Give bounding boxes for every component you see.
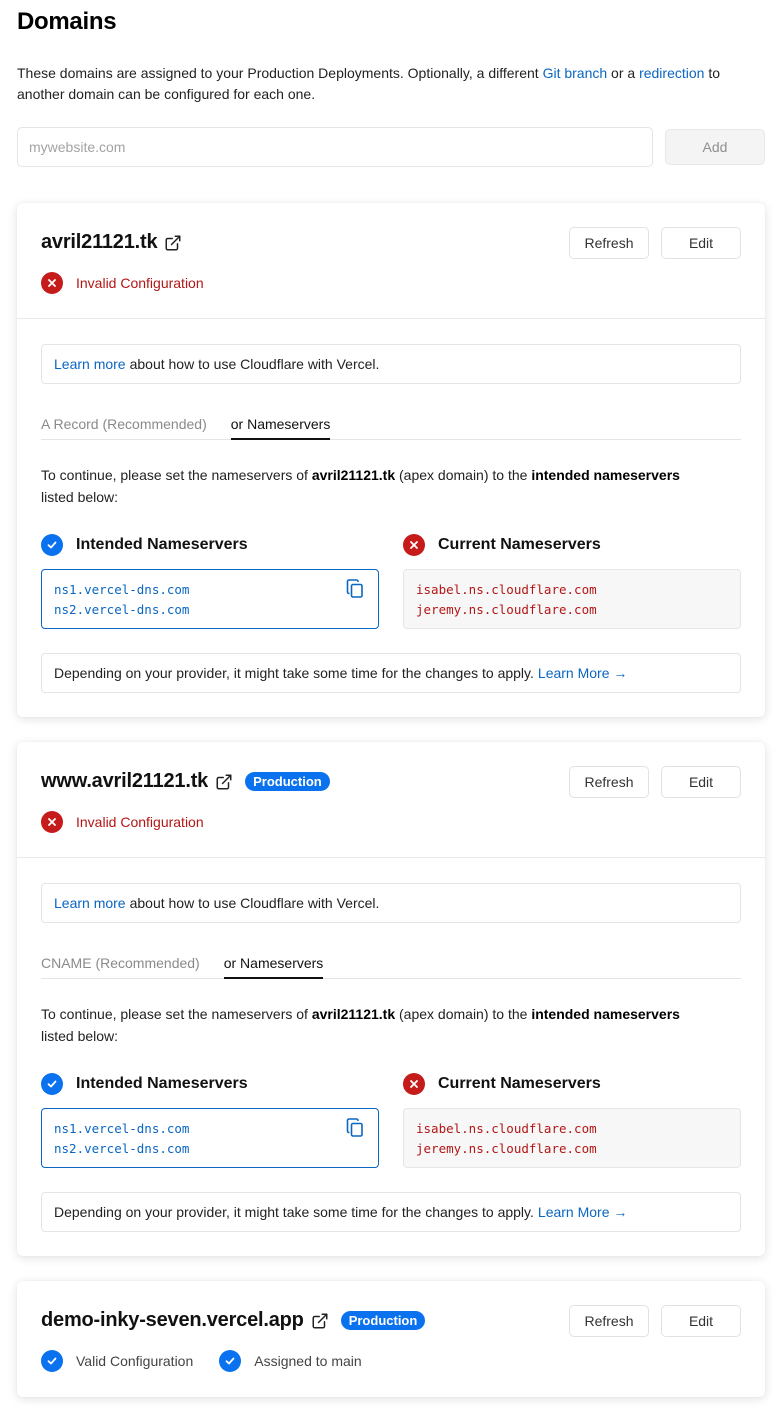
nameserver-entry: ns2.vercel-dns.com: [54, 1141, 190, 1156]
domain-card: avril21121.tk Refresh Edit Invalid Confi…: [17, 203, 765, 717]
page-title: Domains: [17, 8, 117, 35]
learn-more-link[interactable]: Learn More →: [538, 1204, 627, 1220]
domain-name: demo-inky-seven.vercel.app: [41, 1309, 304, 1331]
domain-name: avril21121.tk: [41, 231, 158, 253]
current-nameservers-heading: Current Nameservers: [403, 1073, 601, 1095]
check-circle-icon: [41, 1073, 63, 1095]
record-tabs: A Record (Recommended) or Nameservers: [41, 407, 741, 440]
redirection-link[interactable]: redirection: [639, 65, 704, 81]
domain-card-header: www.avril21121.tk Production Refresh Edi…: [17, 742, 765, 858]
refresh-button[interactable]: Refresh: [569, 1305, 649, 1337]
external-link-icon[interactable]: [164, 234, 182, 252]
domain-card-body: Learn more about how to use Cloudflare w…: [17, 858, 765, 1256]
external-link-icon[interactable]: [311, 1312, 329, 1330]
check-circle-icon: [41, 1350, 63, 1372]
propagation-note: Depending on your provider, it might tak…: [41, 653, 741, 693]
production-badge: Production: [340, 1311, 426, 1330]
status-text: Valid Configuration: [76, 1353, 194, 1369]
learn-more-link[interactable]: Learn more: [54, 356, 126, 372]
tab-nameservers[interactable]: or Nameservers: [223, 946, 324, 979]
nameserver-entry: jeremy.ns.cloudflare.com: [416, 602, 597, 617]
copy-icon[interactable]: [346, 579, 364, 599]
note-text: Depending on your provider, it might tak…: [54, 1204, 534, 1220]
tab-cname[interactable]: CNAME (Recommended): [41, 946, 200, 979]
x-circle-icon: [41, 811, 63, 833]
learn-more-link[interactable]: Learn More →: [538, 665, 627, 681]
current-nameservers-heading: Current Nameservers: [403, 534, 601, 556]
nameserver-entry: isabel.ns.cloudflare.com: [416, 1121, 597, 1136]
external-link-icon[interactable]: [215, 773, 233, 791]
refresh-button[interactable]: Refresh: [569, 227, 649, 259]
config-status: Valid Configuration Assigned to main: [41, 1350, 362, 1372]
current-nameservers-box: isabel.ns.cloudflare.com jeremy.ns.cloud…: [403, 569, 741, 629]
git-branch-link[interactable]: Git branch: [543, 65, 608, 81]
nameserver-entry: ns1.vercel-dns.com: [54, 582, 190, 597]
info-text: about how to use Cloudflare with Vercel.: [129, 895, 380, 911]
domain-card: demo-inky-seven.vercel.app Production Re…: [17, 1281, 765, 1397]
cloudflare-info: Learn more about how to use Cloudflare w…: [41, 344, 741, 384]
tab-a-record[interactable]: A Record (Recommended): [41, 407, 207, 440]
nameserver-instructions: To continue, please set the nameservers …: [41, 1006, 680, 1044]
edit-button[interactable]: Edit: [661, 1305, 741, 1337]
edit-button[interactable]: Edit: [661, 766, 741, 798]
intended-nameservers-box[interactable]: ns1.vercel-dns.com ns2.vercel-dns.com: [41, 1108, 379, 1168]
intended-nameservers-box[interactable]: ns1.vercel-dns.com ns2.vercel-dns.com: [41, 569, 379, 629]
production-badge: Production: [245, 772, 330, 791]
domain-card-body: Learn more about how to use Cloudflare w…: [17, 319, 765, 717]
info-text: about how to use Cloudflare with Vercel.: [129, 356, 380, 372]
domain-card-header: avril21121.tk Refresh Edit Invalid Confi…: [17, 203, 765, 319]
tab-nameservers[interactable]: or Nameservers: [230, 407, 331, 440]
config-status: Invalid Configuration: [41, 811, 204, 833]
config-status: Invalid Configuration: [41, 272, 204, 294]
x-circle-icon: [403, 1073, 425, 1095]
domain-card-header: demo-inky-seven.vercel.app Production Re…: [17, 1281, 765, 1397]
nameserver-entry: jeremy.ns.cloudflare.com: [416, 1141, 597, 1156]
cloudflare-info: Learn more about how to use Cloudflare w…: [41, 883, 741, 923]
intro-text-2: or a: [611, 65, 636, 81]
branch-assignment-text: Assigned to main: [254, 1353, 362, 1369]
propagation-note: Depending on your provider, it might tak…: [41, 1192, 741, 1232]
add-domain-input[interactable]: [17, 127, 653, 167]
intended-nameservers-heading: Intended Nameservers: [41, 1073, 248, 1095]
page-description: These domains are assigned to your Produ…: [17, 63, 767, 105]
intro-text-1: These domains are assigned to your Produ…: [17, 65, 539, 81]
nameserver-instructions: To continue, please set the nameservers …: [41, 467, 680, 505]
learn-more-link[interactable]: Learn more: [54, 895, 126, 911]
domain-card: www.avril21121.tk Production Refresh Edi…: [17, 742, 765, 1256]
check-circle-icon: [219, 1350, 242, 1372]
current-nameservers-box: isabel.ns.cloudflare.com jeremy.ns.cloud…: [403, 1108, 741, 1168]
nameserver-entry: ns2.vercel-dns.com: [54, 602, 190, 617]
domain-title: www.avril21121.tk Production: [41, 770, 330, 793]
domain-name: www.avril21121.tk: [41, 770, 209, 792]
x-circle-icon: [403, 534, 425, 556]
domain-title: avril21121.tk: [41, 231, 182, 254]
edit-button[interactable]: Edit: [661, 227, 741, 259]
note-text: Depending on your provider, it might tak…: [54, 665, 534, 681]
nameserver-entry: ns1.vercel-dns.com: [54, 1121, 190, 1136]
x-circle-icon: [41, 272, 63, 294]
domain-title: demo-inky-seven.vercel.app Production: [41, 1309, 426, 1332]
status-text: Invalid Configuration: [76, 814, 204, 830]
record-tabs: CNAME (Recommended) or Nameservers: [41, 946, 741, 979]
intended-nameservers-heading: Intended Nameservers: [41, 534, 248, 556]
status-text: Invalid Configuration: [76, 275, 204, 291]
check-circle-icon: [41, 534, 63, 556]
add-domain-button[interactable]: Add: [665, 129, 765, 165]
copy-icon[interactable]: [346, 1118, 364, 1138]
refresh-button[interactable]: Refresh: [569, 766, 649, 798]
nameserver-entry: isabel.ns.cloudflare.com: [416, 582, 597, 597]
